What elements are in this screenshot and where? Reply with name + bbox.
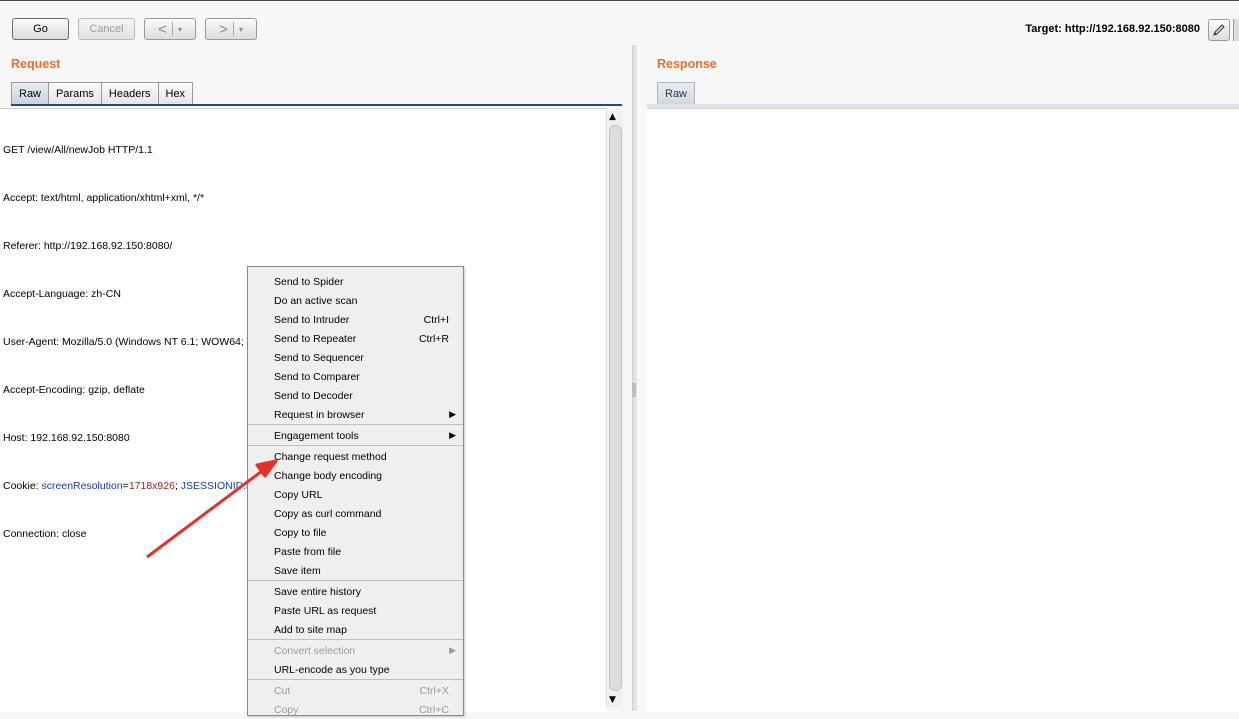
request-title: Request (11, 57, 61, 71)
menu-item-active-scan[interactable]: Do an active scan (248, 291, 463, 310)
menu-label: Paste from file (274, 545, 342, 558)
menu-item-copy-url[interactable]: Copy URL (248, 485, 463, 504)
menu-item-cut[interactable]: Cut Ctrl+X (248, 681, 463, 700)
menu-item-convert-selection[interactable]: Convert selection ▶ (248, 641, 463, 660)
context-menu: Send to Spider Do an active scan Send to… (247, 266, 464, 716)
top-border (0, 0, 1239, 1)
menu-shortcut: Ctrl+C (418, 703, 449, 716)
menu-label: Save item (274, 564, 321, 577)
menu-label: Send to Decoder (274, 389, 353, 402)
cookie-value: 1718x926 (128, 480, 175, 492)
scroll-down-icon[interactable]: ▼ (609, 695, 616, 705)
response-tabs-container: Raw (657, 82, 1239, 104)
edit-target-button[interactable] (1208, 19, 1230, 41)
cookie-prefix: Cookie: (3, 480, 42, 492)
cancel-button[interactable]: Cancel (78, 18, 135, 40)
menu-item-save-entire-history[interactable]: Save entire history (248, 582, 463, 601)
menu-separator (248, 424, 463, 425)
menu-label: Send to Comparer (274, 370, 360, 383)
menu-item-send-to-comparer[interactable]: Send to Comparer (248, 367, 463, 386)
back-button[interactable]: < ▾ (144, 18, 196, 40)
pencil-icon (1213, 24, 1225, 36)
menu-label: Add to site map (274, 623, 347, 636)
menu-item-engagement-tools[interactable]: Engagement tools ▶ (248, 426, 463, 445)
menu-item-send-to-repeater[interactable]: Send to Repeater Ctrl+R (248, 329, 463, 348)
menu-label: URL-encode as you type (274, 663, 390, 676)
menu-label: Cut (274, 684, 291, 697)
separator (171, 22, 173, 36)
scroll-up-icon[interactable]: ▲ (609, 112, 616, 122)
menu-item-paste-from-file[interactable]: Paste from file (248, 542, 463, 561)
tab-headers[interactable]: Headers (100, 82, 159, 104)
menu-label: Copy as curl command (274, 507, 382, 520)
menu-label: Change body encoding (274, 469, 383, 482)
header-line: Accept: text/html, application/xhtml+xml… (3, 192, 205, 204)
menu-item-copy[interactable]: Copy Ctrl+C (248, 700, 463, 719)
forward-arrow-icon: > (219, 20, 228, 38)
chevron-down-icon: ▾ (238, 24, 243, 34)
menu-label: Do an active scan (274, 294, 358, 307)
menu-item-add-to-site-map[interactable]: Add to site map (248, 620, 463, 639)
scroll-thumb[interactable] (609, 125, 622, 691)
menu-item-send-to-intruder[interactable]: Send to Intruder Ctrl+I (248, 310, 463, 329)
menu-shortcut: Ctrl+X (419, 684, 449, 697)
target-label: Target: http://192.168.92.150:8080 (1025, 23, 1200, 35)
request-tabs: Raw Params Headers Hex (11, 82, 622, 104)
menu-label: Paste URL as request (274, 604, 377, 617)
menu-separator (248, 679, 463, 680)
menu-item-paste-url-as-request[interactable]: Paste URL as request (248, 601, 463, 620)
menu-item-copy-as-curl[interactable]: Copy as curl command (248, 504, 463, 523)
menu-label: Save entire history (274, 585, 361, 598)
menu-item-send-to-decoder[interactable]: Send to Decoder (248, 386, 463, 405)
menu-item-send-to-spider[interactable]: Send to Spider (248, 272, 463, 291)
tab-raw[interactable]: Raw (657, 82, 696, 104)
menu-separator (248, 445, 463, 446)
menu-label: Send to Repeater (274, 332, 357, 345)
menu-label: Change request method (274, 450, 387, 463)
menu-separator (248, 580, 463, 581)
go-button[interactable]: Go (12, 18, 69, 40)
submenu-arrow-icon: ▶ (449, 430, 456, 440)
response-tabs: Raw (657, 82, 1239, 104)
menu-label: Send to Intruder (274, 313, 350, 326)
menu-item-url-encode-as-you-type[interactable]: URL-encode as you type (248, 660, 463, 679)
menu-item-change-body-encoding[interactable]: Change body encoding (248, 466, 463, 485)
menu-label: Copy URL (274, 488, 323, 501)
pane-divider[interactable] (632, 45, 637, 711)
request-scrollbar[interactable]: ▲ ▼ (606, 111, 623, 707)
menu-label: Engagement tools (274, 429, 359, 442)
tab-underline (11, 104, 622, 106)
submenu-arrow-icon: ▶ (449, 409, 456, 419)
menu-label: Copy (274, 703, 299, 716)
tab-hex[interactable]: Hex (157, 82, 194, 104)
menu-shortcut: Ctrl+I (423, 313, 449, 326)
menu-item-send-to-sequencer[interactable]: Send to Sequencer (248, 348, 463, 367)
chevron-down-icon: ▾ (177, 24, 182, 34)
forward-button[interactable]: > ▾ (205, 18, 257, 40)
menu-label: Copy to file (274, 526, 327, 539)
tab-raw[interactable]: Raw (11, 82, 50, 104)
menu-item-change-request-method[interactable]: Change request method (248, 447, 463, 466)
response-title: Response (657, 57, 717, 71)
tab-params[interactable]: Params (48, 82, 102, 104)
menu-label: Convert selection (274, 644, 356, 657)
separator (232, 22, 234, 36)
back-arrow-icon: < (158, 20, 167, 38)
response-editor[interactable] (647, 108, 1239, 712)
menu-item-request-in-browser[interactable]: Request in browser ▶ (248, 405, 463, 424)
menu-shortcut: Ctrl+R (418, 332, 449, 345)
request-tabs-container: Raw Params Headers Hex (11, 82, 622, 106)
menu-item-save-item[interactable]: Save item (248, 561, 463, 580)
menu-label: Request in browser (274, 408, 365, 421)
divider-grip[interactable] (632, 383, 636, 397)
menu-label: Send to Sequencer (274, 351, 364, 364)
request-line: GET /view/All/newJob HTTP/1.1 (3, 144, 153, 156)
cookie-name: screenResolution (41, 480, 123, 492)
header-line: Referer: http://192.168.92.150:8080/ (3, 240, 173, 252)
menu-label: Send to Spider (274, 275, 344, 288)
side-edge (1233, 19, 1239, 41)
menu-item-copy-to-file[interactable]: Copy to file (248, 523, 463, 542)
submenu-arrow-icon: ▶ (449, 645, 456, 655)
menu-separator (248, 639, 463, 640)
